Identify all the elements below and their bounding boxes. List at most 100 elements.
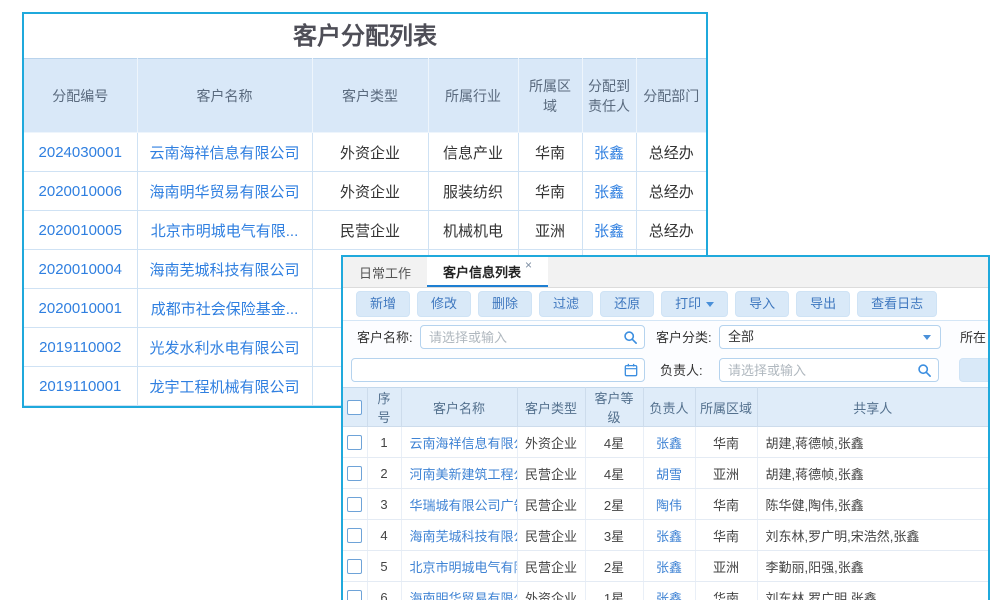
cell-text: 胡建,蒋德帧,张鑫	[757, 427, 988, 458]
cell-index: 1	[367, 427, 401, 458]
row-checkbox[interactable]	[347, 528, 362, 543]
cell-link[interactable]: 海南芜城科技有限公司	[137, 250, 312, 289]
toolbar-button-add[interactable]: 新增	[356, 291, 410, 317]
cell-index: 2	[367, 458, 401, 489]
cell-link[interactable]: 华瑞城有限公司广告设计部	[401, 489, 517, 520]
row-checkbox[interactable]	[347, 497, 362, 512]
cell-text: 民营企业	[517, 551, 585, 582]
cell-text: 总经办	[636, 172, 706, 211]
row-checkbox[interactable]	[347, 466, 362, 481]
search-icon[interactable]	[623, 330, 638, 350]
page: 客户分配列表 分配编号 客户名称 客户类型 所属行业 所属区域 分配到责任人 分…	[0, 0, 1000, 600]
cell-link[interactable]: 光发水利水电有限公司	[137, 328, 312, 367]
toolbar-button-view-log[interactable]: 查看日志	[857, 291, 937, 317]
col-header-allocation-id: 分配编号	[24, 59, 137, 133]
cell-text: 3星	[585, 520, 643, 551]
col-header-industry: 所属行业	[428, 59, 518, 133]
toolbar-button-filter[interactable]: 过滤	[539, 291, 593, 317]
toolbar-button-print[interactable]: 打印	[661, 291, 728, 317]
cell-link[interactable]: 张鑫	[582, 172, 636, 211]
col-header-region: 所属区域	[518, 59, 582, 133]
date-input[interactable]	[351, 358, 645, 382]
cell-text: 外资企业	[517, 427, 585, 458]
toolbar-button-export[interactable]: 导出	[796, 291, 850, 317]
row-checkbox[interactable]	[347, 559, 362, 574]
customers-table-body: 1云南海祥信息有限公司外资企业4星张鑫华南胡建,蒋德帧,张鑫2河南美新建筑工程公…	[343, 427, 988, 600]
customers-table: 序号 客户名称 客户类型 客户等级 负责人 所属区域 共享人 1云南海祥信息有限…	[343, 387, 988, 600]
owner-input[interactable]	[719, 358, 939, 382]
caret-down-icon	[923, 335, 931, 340]
cell-index: 3	[367, 489, 401, 520]
cell-link[interactable]: 胡雪	[643, 458, 695, 489]
cell-link[interactable]: 云南海祥信息有限公司	[401, 427, 517, 458]
col-header-region: 所属区域	[695, 388, 757, 427]
filter-row-1: 客户名称: 客户分类: 全部 所在	[343, 321, 988, 354]
cell-link[interactable]: 海南芜城科技有限公司	[401, 520, 517, 551]
checkbox-cell	[343, 427, 367, 458]
cell-link[interactable]: 北京市明城电气有限公司	[401, 551, 517, 582]
cell-link[interactable]: 海南明华贸易有限公司	[137, 172, 312, 211]
table-row: 1云南海祥信息有限公司外资企业4星张鑫华南胡建,蒋德帧,张鑫	[343, 427, 988, 458]
cell-text: 民营企业	[312, 211, 428, 250]
cell-text: 民营企业	[517, 458, 585, 489]
cell-text: 外资企业	[312, 172, 428, 211]
cell-link[interactable]: 2020010001	[24, 289, 137, 328]
cell-link[interactable]: 张鑫	[643, 427, 695, 458]
table-row: 6海南明华贸易有限公司外资企业1星张鑫华南刘东林,罗广明,张鑫	[343, 582, 988, 600]
search-icon[interactable]	[917, 363, 932, 383]
col-header-shared: 共享人	[757, 388, 988, 427]
col-header-customer-name: 客户名称	[401, 388, 517, 427]
cell-link[interactable]: 张鑫	[643, 551, 695, 582]
toolbar-button-delete[interactable]: 删除	[478, 291, 532, 317]
cell-link[interactable]: 2024030001	[24, 133, 137, 172]
cell-link[interactable]: 张鑫	[643, 520, 695, 551]
customer-name-input[interactable]	[420, 325, 645, 349]
toolbar-button-restore[interactable]: 还原	[600, 291, 654, 317]
customer-category-select[interactable]: 全部	[719, 325, 941, 349]
cell-link[interactable]: 北京市明城电气有限...	[137, 211, 312, 250]
checkbox-cell	[343, 458, 367, 489]
col-header-customer-grade: 客户等级	[585, 388, 643, 427]
cell-link[interactable]: 张鑫	[643, 582, 695, 600]
cell-link[interactable]: 张鑫	[582, 133, 636, 172]
cell-link[interactable]: 2020010006	[24, 172, 137, 211]
toolbar: 新增修改删除过滤还原打印导入导出查看日志	[343, 288, 988, 321]
table-row: 4海南芜城科技有限公司民营企业3星张鑫华南刘东林,罗广明,宋浩然,张鑫	[343, 520, 988, 551]
cell-index: 5	[367, 551, 401, 582]
col-header-index: 序号	[367, 388, 401, 427]
cell-link[interactable]: 张鑫	[582, 211, 636, 250]
table-row: 2河南美新建筑工程公司民营企业4星胡雪亚洲胡建,蒋德帧,张鑫	[343, 458, 988, 489]
select-all-checkbox[interactable]	[347, 400, 362, 415]
tab-daily-work[interactable]: 日常工作	[343, 257, 427, 287]
cell-text: 亚洲	[518, 211, 582, 250]
col-header-customer-name: 客户名称	[137, 59, 312, 133]
checkbox-cell	[343, 520, 367, 551]
tab-label: 客户信息列表	[443, 262, 521, 281]
cell-link[interactable]: 2019110002	[24, 328, 137, 367]
clipped-button[interactable]	[959, 358, 990, 382]
row-checkbox[interactable]	[347, 590, 362, 600]
cell-link[interactable]: 龙宇工程机械有限公司	[137, 367, 312, 406]
toolbar-button-import[interactable]: 导入	[735, 291, 789, 317]
toolbar-button-edit[interactable]: 修改	[417, 291, 471, 317]
cell-text: 亚洲	[695, 458, 757, 489]
col-header-assignee: 分配到责任人	[582, 59, 636, 133]
cell-link[interactable]: 成都市社会保险基金...	[137, 289, 312, 328]
tab-customer-info-list[interactable]: 客户信息列表 ×	[427, 257, 548, 287]
cell-link[interactable]: 云南海祥信息有限公司	[137, 133, 312, 172]
cell-text: 华南	[695, 520, 757, 551]
close-icon[interactable]: ×	[525, 258, 532, 272]
row-checkbox[interactable]	[347, 435, 362, 450]
cell-text: 华南	[695, 427, 757, 458]
cell-link[interactable]: 2019110001	[24, 367, 137, 406]
calendar-icon[interactable]	[624, 363, 638, 382]
cell-link[interactable]: 2020010005	[24, 211, 137, 250]
checkbox-cell	[343, 582, 367, 600]
table-row: 2020010006海南明华贸易有限公司外资企业服装纺织华南张鑫总经办	[24, 172, 706, 211]
cell-link[interactable]: 2020010004	[24, 250, 137, 289]
cell-link[interactable]: 海南明华贸易有限公司	[401, 582, 517, 600]
cell-text: 刘东林,罗广明,张鑫	[757, 582, 988, 600]
cell-link[interactable]: 河南美新建筑工程公司	[401, 458, 517, 489]
cell-index: 4	[367, 520, 401, 551]
cell-link[interactable]: 陶伟	[643, 489, 695, 520]
